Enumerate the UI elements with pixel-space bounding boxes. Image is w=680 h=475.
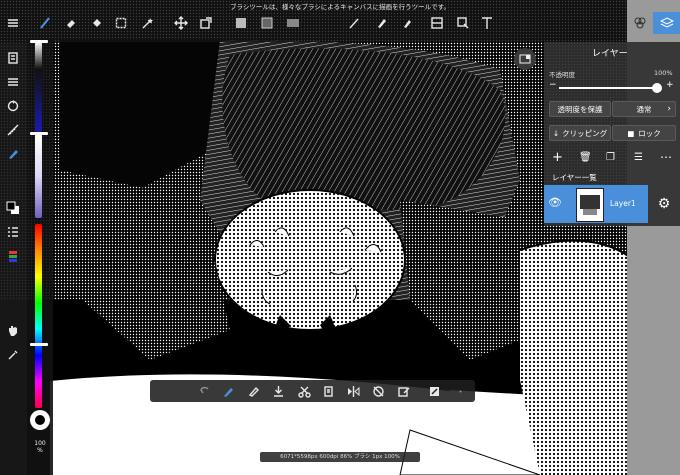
- opacity-knob[interactable]: [652, 83, 662, 93]
- undo-arrow-icon[interactable]: [196, 383, 212, 399]
- layer-settings-button[interactable]: ⚙: [648, 185, 680, 223]
- layer-thumbnail: [576, 188, 604, 222]
- brush-panel-tab[interactable]: [627, 12, 653, 34]
- eraser-pen-icon[interactable]: [245, 383, 261, 399]
- layers-icon: [659, 17, 674, 28]
- eraser-icon[interactable]: [62, 14, 80, 32]
- opacity-label: 不透明度: [549, 71, 575, 79]
- current-color-button[interactable]: [30, 410, 50, 430]
- duplicate-layer-icon[interactable]: ❐: [606, 152, 615, 163]
- more-tools-icon[interactable]: [452, 383, 468, 399]
- layer-panel-tab[interactable]: [653, 12, 680, 34]
- cut-icon[interactable]: [296, 383, 312, 399]
- gear-icon: ⚙: [657, 196, 671, 212]
- pages-icon[interactable]: [5, 50, 21, 66]
- plus-icon[interactable]: +: [666, 80, 674, 90]
- smudge-icon[interactable]: [398, 14, 416, 32]
- gradient-icon[interactable]: [258, 14, 276, 32]
- clipping-button[interactable]: ↓ クリッピング: [549, 125, 611, 141]
- flip-horizontal-icon[interactable]: [345, 383, 361, 399]
- brush-opacity-slider[interactable]: [35, 134, 42, 218]
- move-icon[interactable]: [172, 14, 190, 32]
- tool-hint-text: ブラシツールは、様々なブラシによるキャンバスに描画を行うツールです。: [230, 3, 450, 11]
- color-swap-icon[interactable]: [5, 200, 21, 216]
- hue-slider[interactable]: [35, 224, 42, 408]
- protect-alpha-button[interactable]: 透明度を保護: [549, 101, 611, 117]
- clipping-icon: ↓: [552, 128, 560, 138]
- magic-wand-icon[interactable]: [138, 14, 156, 32]
- opacity-value: 100%: [654, 69, 673, 77]
- current-color-swatch: [35, 415, 45, 425]
- chevron-right-icon: ›: [667, 104, 671, 114]
- lock-icon: ■: [627, 128, 635, 138]
- blend-mode-button[interactable]: 通常 ›: [612, 101, 676, 117]
- clipping-label: クリッピング: [562, 128, 608, 138]
- edit-selection-icon[interactable]: [395, 383, 411, 399]
- hue-handle[interactable]: [30, 343, 48, 346]
- hand-icon[interactable]: [5, 322, 21, 338]
- brush-size-slider[interactable]: [35, 42, 42, 132]
- undo-icon[interactable]: [5, 98, 21, 114]
- layer-name: Layer1: [610, 199, 636, 208]
- transform-icon[interactable]: [197, 14, 215, 32]
- delete-layer-icon[interactable]: 🗑: [579, 152, 592, 163]
- opacity-slider[interactable]: − +: [549, 80, 675, 93]
- brush-preset-icon[interactable]: [5, 146, 21, 162]
- layer-row-layer1[interactable]: 👁 Layer1: [544, 185, 648, 223]
- left-toolbar: [0, 42, 27, 475]
- layer-thumbnail-art: [580, 195, 600, 215]
- ruler-icon[interactable]: [5, 122, 21, 138]
- zoom-unit: %: [37, 447, 43, 454]
- text-icon[interactable]: [478, 14, 496, 32]
- panel-title: レイヤー: [592, 49, 628, 59]
- layer-actions-row: + 🗑 ❐ ☰ ⋯: [544, 148, 680, 170]
- deselect-icon[interactable]: [370, 383, 386, 399]
- palette-icon[interactable]: [5, 248, 21, 264]
- more-options-icon[interactable]: ⋯: [660, 150, 672, 164]
- zoom-readout[interactable]: 100 %: [27, 440, 53, 454]
- opacity-track: [559, 87, 661, 89]
- brush-list-icon[interactable]: [5, 224, 21, 240]
- brush-opacity-handle[interactable]: [30, 132, 48, 135]
- lock-label: ロック: [638, 128, 661, 138]
- top-toolbar: ブラシツールは、様々なブラシによるキャンバスに描画を行うツールです。: [0, 0, 680, 42]
- brush-icon[interactable]: [36, 14, 54, 32]
- select-rect-icon[interactable]: [112, 14, 130, 32]
- panel-toggle-button[interactable]: [514, 48, 536, 70]
- transform-selection-icon[interactable]: [426, 383, 442, 399]
- visibility-eye-icon[interactable]: 👁: [548, 196, 562, 209]
- layer-list-icon[interactable]: ☰: [634, 152, 643, 163]
- menu-icon[interactable]: [4, 14, 22, 32]
- copy-icon[interactable]: [320, 383, 336, 399]
- frame-divider-icon[interactable]: [428, 14, 446, 32]
- select-pen-icon[interactable]: [220, 383, 236, 399]
- blend-mode-label: 通常: [636, 104, 652, 114]
- lock-button[interactable]: ■ ロック: [612, 125, 676, 141]
- fill-color-icon[interactable]: [232, 14, 250, 32]
- material-tab-icon: [634, 17, 646, 29]
- status-bar: 6071*5598px 600dpi 86% ブラシ 1px 100%: [260, 452, 420, 462]
- fill-bucket-icon[interactable]: [88, 14, 106, 32]
- blur-icon[interactable]: [284, 14, 302, 32]
- pen-icon[interactable]: [372, 14, 390, 32]
- add-layer-icon[interactable]: +: [552, 150, 563, 165]
- zoom-value: 100: [34, 440, 46, 447]
- eyedropper-icon[interactable]: [454, 14, 472, 32]
- material-icon[interactable]: [5, 74, 21, 90]
- minus-icon[interactable]: −: [549, 80, 557, 90]
- quick-access-toolbar: [150, 380, 475, 402]
- download-icon[interactable]: [270, 383, 286, 399]
- panel-dock-icon: [519, 54, 531, 64]
- brush-slider-rail: 100 %: [27, 38, 53, 475]
- layer-list-title: レイヤー一覧: [552, 173, 597, 182]
- fingers-icon[interactable]: [345, 14, 363, 32]
- brush-size-handle[interactable]: [30, 40, 48, 43]
- spoit-icon[interactable]: [5, 347, 21, 363]
